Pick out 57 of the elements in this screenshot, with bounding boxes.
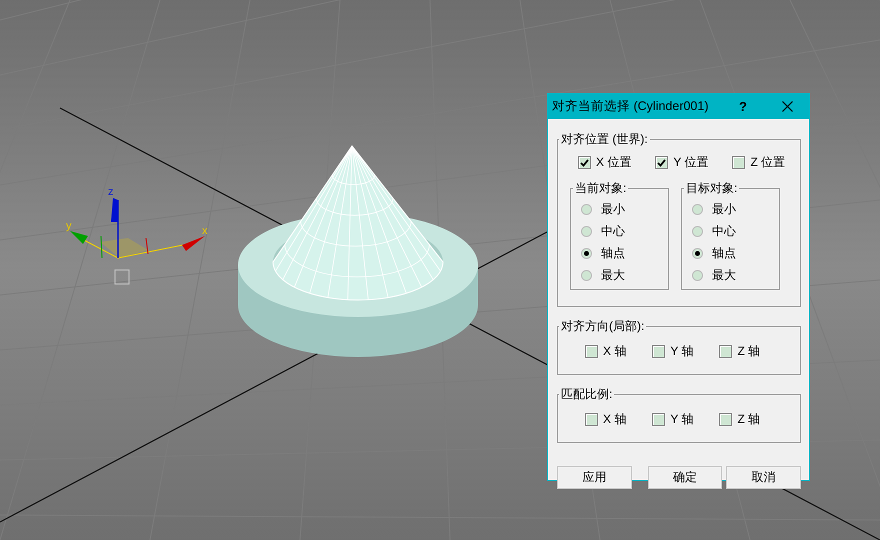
checkbox-label[interactable]: Y 轴 <box>652 411 694 428</box>
checkbox-text: Y 轴 <box>670 411 694 428</box>
checkbox[interactable] <box>652 413 666 426</box>
checkbox-text: Y 位置 <box>673 154 708 171</box>
group-label: 当前对象: <box>574 180 628 197</box>
checkbox[interactable] <box>578 156 591 169</box>
checkbox[interactable] <box>652 345 666 358</box>
radio-button[interactable] <box>581 248 592 258</box>
radio-button[interactable] <box>692 248 703 258</box>
help-button[interactable]: ? <box>721 94 765 119</box>
group-label: 匹配比例: <box>560 386 614 403</box>
radio-button[interactable] <box>581 204 592 214</box>
gizmo-axis-label: y <box>66 220 72 232</box>
checkbox-label[interactable]: Z 位置 <box>732 154 786 171</box>
radio-button[interactable] <box>692 270 703 280</box>
radio-label: 最小 <box>601 200 625 218</box>
checkbox-label[interactable]: X 位置 <box>578 154 632 171</box>
radio-label: 中心 <box>601 222 625 240</box>
radio-label: 中心 <box>712 222 736 240</box>
checkbox-text: Z 轴 <box>737 343 760 360</box>
window-title: 对齐当前选择 (Cylinder001) <box>552 98 710 115</box>
checkbox-label[interactable]: Z 轴 <box>719 343 760 360</box>
radio-button[interactable] <box>692 226 703 236</box>
checkbox[interactable] <box>585 345 598 358</box>
checkbox[interactable] <box>719 413 732 426</box>
radio-label: 最大 <box>712 266 736 284</box>
group-label: 对齐方向(局部): <box>560 318 646 335</box>
group-label: 目标对象: <box>685 180 738 197</box>
checkbox-label[interactable]: Y 轴 <box>652 343 694 360</box>
checkbox[interactable] <box>732 156 746 169</box>
checkbox[interactable] <box>719 345 732 358</box>
dialog-button[interactable]: 确定 <box>648 466 722 489</box>
dialog-button[interactable]: 取消 <box>726 466 802 489</box>
checkbox-label[interactable]: Z 轴 <box>719 411 760 428</box>
checkbox-text: Y 轴 <box>670 343 694 360</box>
checkbox-text: X 轴 <box>603 343 626 360</box>
gizmo-axis-label: x <box>202 225 208 237</box>
radio-label: 最小 <box>712 200 736 218</box>
checkbox-text: Z 轴 <box>737 411 760 428</box>
gizmo-axis-label: z <box>108 186 114 198</box>
radio-button[interactable] <box>692 204 703 214</box>
checkbox-text: Z 位置 <box>750 154 786 171</box>
checkbox-label[interactable]: Y 位置 <box>655 154 708 171</box>
checkbox-text: X 位置 <box>596 154 632 171</box>
checkbox-label[interactable]: X 轴 <box>585 411 626 428</box>
close-icon <box>782 101 792 112</box>
checkbox[interactable] <box>585 413 598 426</box>
radio-button[interactable] <box>581 270 592 280</box>
checkbox[interactable] <box>655 156 668 169</box>
group-label: 对齐位置 (世界): <box>560 131 649 148</box>
checkbox-text: X 轴 <box>603 411 626 428</box>
radio-button[interactable] <box>581 226 592 236</box>
radio-label: 最大 <box>601 266 625 284</box>
checkbox-label[interactable]: X 轴 <box>585 343 626 360</box>
dialog-button[interactable]: 应用 <box>557 466 632 489</box>
radio-label: 轴点 <box>712 244 736 262</box>
radio-label: 轴点 <box>601 244 625 262</box>
